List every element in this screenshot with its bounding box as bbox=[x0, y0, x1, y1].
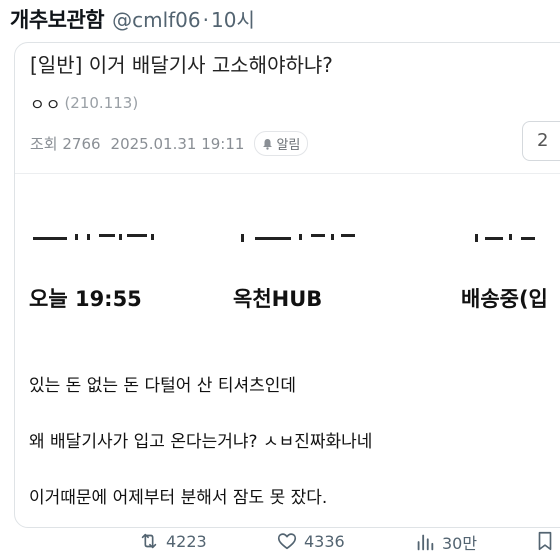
tracking-status: 배송중(입 bbox=[461, 287, 548, 311]
tweet-header: 개추보관함 @cmlf06 · 10시 bbox=[10, 4, 255, 34]
like-button[interactable]: 4336 bbox=[276, 530, 345, 552]
attached-image[interactable]: [일반] 이거 배달기사 고소해야하냐? ㅇㅇ (210.113) 조회 276… bbox=[14, 42, 560, 528]
view-count-tweet: 30만 bbox=[442, 534, 478, 553]
retweet-icon bbox=[141, 533, 157, 549]
author-ip: (210.113) bbox=[64, 94, 139, 112]
retweet-button[interactable]: 4223 bbox=[138, 530, 207, 552]
author-nick: ㅇㅇ bbox=[30, 95, 62, 114]
post-title: [일반] 이거 배달기사 고소해야하냐? bbox=[30, 53, 333, 77]
divider bbox=[15, 173, 560, 174]
author-name[interactable]: 개추보관함 bbox=[10, 4, 105, 34]
tweet-time[interactable]: 10시 bbox=[211, 8, 255, 32]
like-count: 4336 bbox=[304, 531, 345, 551]
alarm-label: 알림 bbox=[276, 138, 301, 153]
post-author: ㅇㅇ (210.113) bbox=[30, 91, 138, 115]
tweet-card: 개추보관함 @cmlf06 · 10시 [일반] 이거 배달기사 고소해야하냐? ㅇ… bbox=[0, 0, 560, 560]
tracking-time: 오늘 19:55 bbox=[29, 287, 142, 311]
views-chart-icon bbox=[417, 534, 434, 551]
bookmark-button[interactable] bbox=[534, 530, 556, 552]
meta-separator: · bbox=[202, 8, 209, 32]
heart-icon bbox=[277, 533, 297, 550]
comment-count: 2 bbox=[537, 130, 549, 151]
author-handle[interactable]: @cmlf06 bbox=[112, 8, 201, 32]
comment-count-box: 2 bbox=[522, 121, 560, 161]
view-count: 조회 2766 bbox=[30, 135, 101, 153]
bookmark-icon bbox=[538, 531, 552, 551]
alarm-button: 알림 bbox=[254, 131, 309, 156]
retweet-count: 4223 bbox=[166, 531, 207, 551]
author-meta: @cmlf06 · 10시 bbox=[112, 4, 255, 33]
body-line: 왜 배달기사가 입고 온다는거냐? ㅅㅂ진짜화나네 bbox=[29, 432, 373, 452]
post-datetime: 2025.01.31 19:11 bbox=[110, 134, 245, 153]
tracking-location: 옥천HUB bbox=[233, 287, 323, 311]
views-button[interactable]: 30만 bbox=[414, 530, 477, 554]
body-line: 있는 돈 없는 돈 다털어 산 티셔츠인데 bbox=[29, 376, 297, 396]
tweet-actions: 4223 4336 30만 bbox=[0, 530, 560, 558]
body-line: 이거때문에 어제부터 분해서 잠도 못 잤다. bbox=[29, 488, 328, 508]
bell-icon bbox=[263, 138, 273, 150]
cutoff-glyphs bbox=[33, 234, 535, 242]
tracking-row: 오늘 19:55 옥천HUB 배송중(입 bbox=[15, 283, 560, 315]
post-meta: 조회 2766 2025.01.31 19:11 알림 bbox=[30, 131, 309, 156]
